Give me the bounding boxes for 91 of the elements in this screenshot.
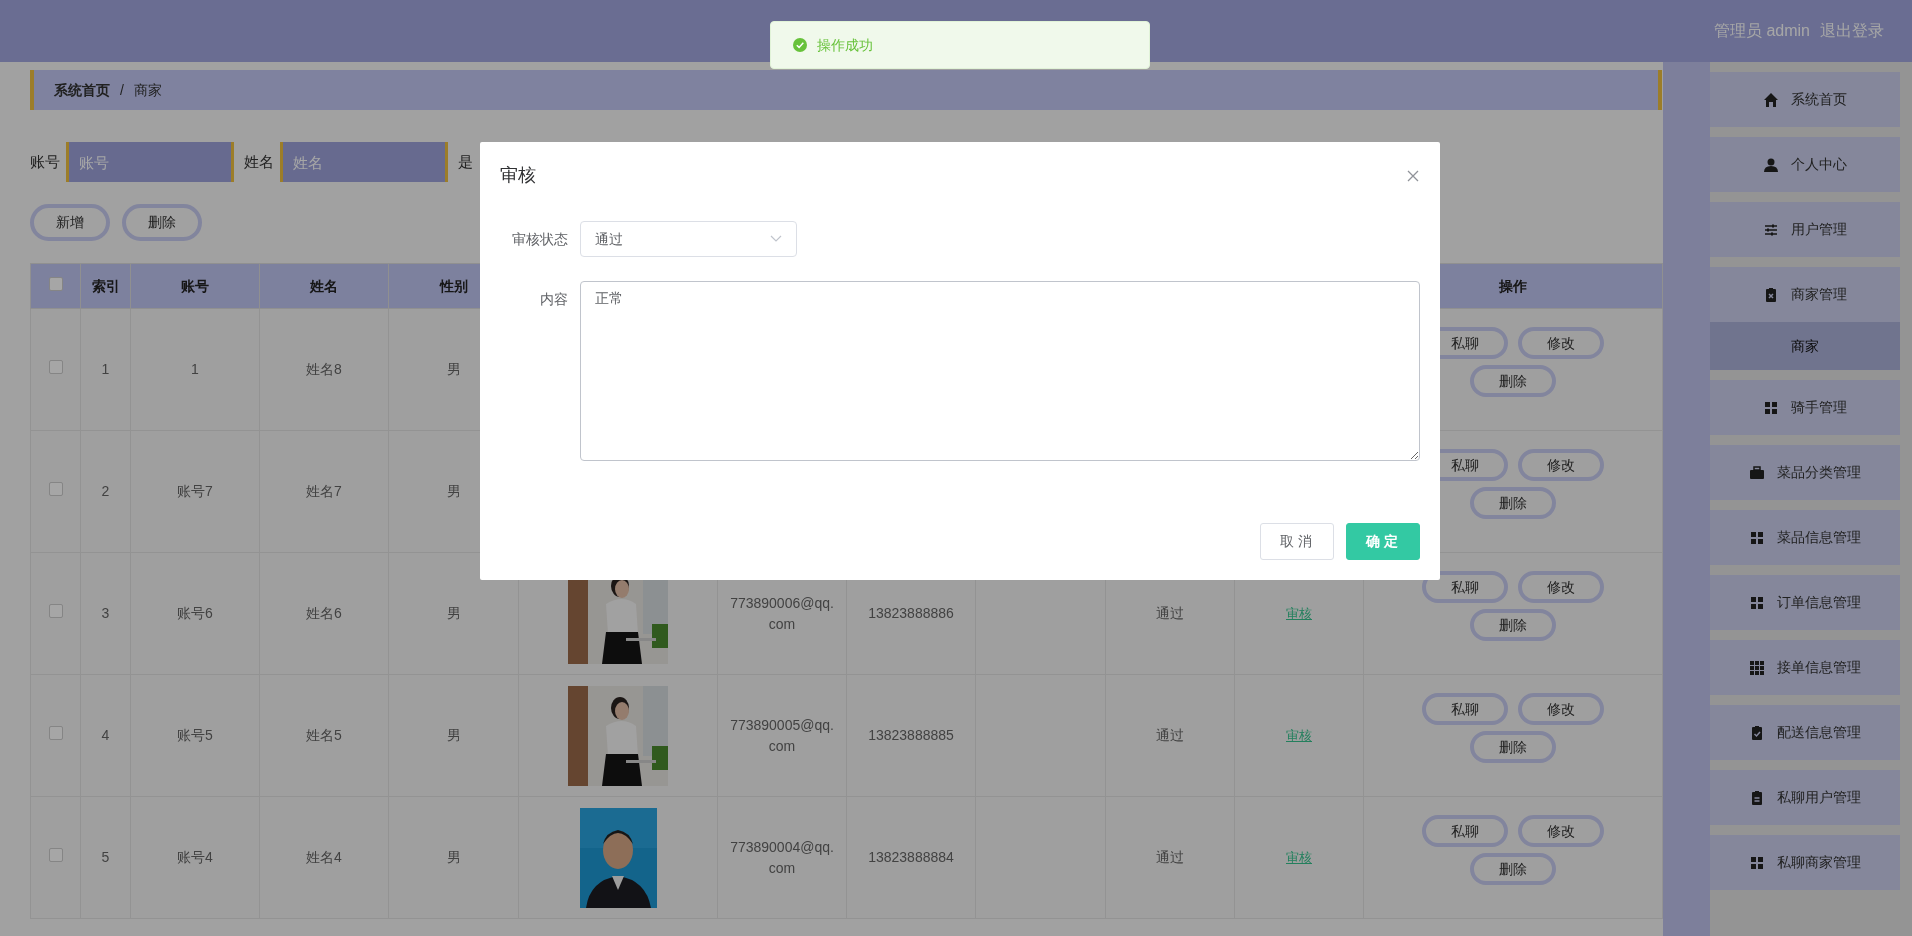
sidebar-item[interactable]: 商家: [1710, 322, 1900, 370]
grid-icon: [1749, 594, 1765, 611]
delete-button[interactable]: 删除: [1470, 365, 1556, 397]
sidebar-item[interactable]: 订单信息管理: [1710, 575, 1900, 630]
table-cell: 773890005@qq.com: [717, 674, 847, 797]
home-icon: [1763, 91, 1779, 108]
table-cell: 通过: [1105, 796, 1235, 919]
sidebar-item[interactable]: 菜品分类管理: [1710, 445, 1900, 500]
delete-button[interactable]: 删除: [1470, 609, 1556, 641]
table-cell: 3: [80, 552, 131, 675]
row-checkbox[interactable]: [48, 604, 63, 618]
table-cell: 账号6: [130, 552, 260, 675]
table-cell: 13823888885: [846, 674, 976, 797]
search-field[interactable]: 账号: [66, 142, 234, 182]
table-cell: 账号7: [130, 430, 260, 553]
table-cell: 账号5: [130, 674, 260, 797]
user-icon: [1763, 156, 1779, 173]
close-icon: [1406, 168, 1420, 183]
table-cell: 4: [80, 674, 131, 797]
table-cell: 姓名5: [259, 674, 389, 797]
sidebar-item[interactable]: 接单信息管理: [1710, 640, 1900, 695]
field-label: 姓名: [244, 151, 274, 172]
grid-icon: [1749, 529, 1765, 546]
sidebar-item[interactable]: 用户管理: [1710, 202, 1900, 257]
close-button[interactable]: [1406, 168, 1420, 183]
delete-button[interactable]: 删除: [1470, 853, 1556, 885]
table-cell: 1: [130, 308, 260, 431]
field-label: 审核状态: [511, 230, 569, 249]
table-cell: 姓名4: [259, 796, 389, 919]
dialog-title: 审核: [500, 164, 536, 187]
field-label: 是: [458, 151, 473, 172]
table-cell: 男: [388, 796, 519, 919]
field-label: 内容: [539, 290, 569, 309]
clipboard-icon: [1749, 789, 1765, 806]
delete-button[interactable]: 删除: [122, 204, 202, 241]
breadcrumb-separator: /: [120, 80, 124, 100]
grid-icon: [1763, 399, 1779, 416]
table-cell: 男: [388, 674, 519, 797]
breadcrumb-item: 商家: [133, 80, 162, 100]
sidebar-item[interactable]: 个人中心: [1710, 137, 1900, 192]
edit-button[interactable]: 修改: [1518, 815, 1604, 847]
table-cell: 姓名7: [259, 430, 389, 553]
sidebar-item[interactable]: 骑手管理: [1710, 380, 1900, 435]
status-select[interactable]: 通过: [580, 221, 797, 257]
table-cell: 通过: [1105, 674, 1235, 797]
edit-button[interactable]: 修改: [1518, 327, 1604, 359]
sidebar-item[interactable]: 私聊商家管理: [1710, 835, 1900, 890]
table-cell: 1: [80, 308, 131, 431]
grid-icon: [1749, 659, 1765, 676]
content-field[interactable]: 正常: [580, 281, 1420, 461]
cancel-button[interactable]: 取消: [1260, 523, 1334, 560]
select-all-checkbox[interactable]: [48, 276, 63, 291]
sidebar-item[interactable]: 私聊用户管理: [1710, 770, 1900, 825]
delete-button[interactable]: 删除: [1470, 731, 1556, 763]
check-circle-icon: [793, 38, 807, 52]
table-cell: 13823888884: [846, 796, 976, 919]
table-cell: 账号4: [130, 796, 260, 919]
table-cell: 5: [80, 796, 131, 919]
sidebar-item[interactable]: 配送信息管理: [1710, 705, 1900, 760]
sidebar-item[interactable]: 商家管理: [1710, 267, 1900, 322]
table-cell: 姓名6: [259, 552, 389, 675]
grid-icon: [1749, 854, 1765, 871]
clipboard-check-icon: [1749, 724, 1765, 741]
row-checkbox[interactable]: [48, 482, 63, 496]
table-cell: 773890004@qq.com: [717, 796, 847, 919]
chat-button[interactable]: 私聊: [1422, 815, 1508, 847]
table-cell: 2: [80, 430, 131, 553]
edit-button[interactable]: 修改: [1518, 571, 1604, 603]
breadcrumb-item[interactable]: 系统首页: [54, 79, 110, 101]
edit-button[interactable]: 修改: [1518, 449, 1604, 481]
clipboard-icon: [1763, 286, 1779, 303]
add-button[interactable]: 新增: [30, 204, 110, 241]
row-checkbox[interactable]: [48, 848, 63, 862]
column-header: 账号: [130, 263, 260, 309]
delete-button[interactable]: 删除: [1470, 487, 1556, 519]
row-checkbox[interactable]: [48, 726, 63, 740]
briefcase-icon: [1749, 464, 1765, 481]
edit-button[interactable]: 修改: [1518, 693, 1604, 725]
chevron-down-icon: [770, 235, 782, 243]
column-header: 姓名: [259, 263, 389, 309]
table-cell: 姓名8: [259, 308, 389, 431]
column-header: 索引: [80, 263, 131, 309]
chat-button[interactable]: 私聊: [1422, 693, 1508, 725]
field-label: 账号: [30, 151, 60, 172]
row-checkbox[interactable]: [48, 360, 63, 374]
toast-message: 操作成功: [817, 35, 873, 55]
sidebar-item[interactable]: 系统首页: [1710, 72, 1900, 127]
select-value: 通过: [595, 229, 623, 249]
search-field[interactable]: 姓名: [280, 142, 448, 182]
sidebar-item[interactable]: 菜品信息管理: [1710, 510, 1900, 565]
user-name: 管理员 admin: [1713, 21, 1810, 41]
